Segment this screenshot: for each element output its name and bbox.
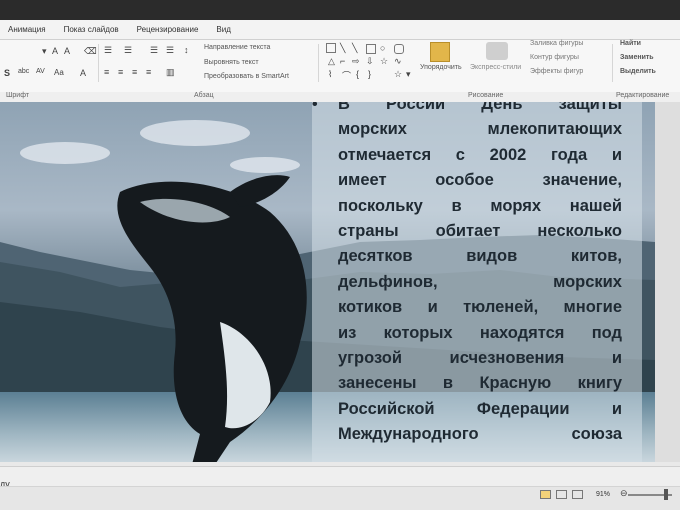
group-editing-label: Редактирование xyxy=(616,92,670,99)
text-line: Международного союза xyxy=(338,425,622,444)
shape-textbox-icon[interactable] xyxy=(326,43,336,53)
text-direction-button[interactable]: Направление текста xyxy=(204,44,270,51)
text-line: дельфинов, морских xyxy=(338,272,622,291)
text-line: отмечается с 2002 года и xyxy=(338,145,622,164)
numbering-icon[interactable]: ☰ xyxy=(124,45,132,56)
zoom-slider-thumb[interactable] xyxy=(664,489,668,500)
font-color-icon[interactable]: A xyxy=(80,68,86,78)
shape-line2-icon[interactable]: ╲ xyxy=(352,43,357,54)
shape-rounded-rect-icon[interactable] xyxy=(394,44,404,54)
find-button[interactable]: Найти xyxy=(620,40,641,47)
group-paragraph-label: Абзац xyxy=(194,92,214,99)
shape-effects-button[interactable]: Эффекты фигур xyxy=(530,68,583,75)
slide-body-text[interactable]: В России День защиты морских млекопитающ… xyxy=(312,102,622,448)
align-left-icon[interactable]: ≡ xyxy=(104,67,109,77)
char-spacing-icon[interactable]: AV xyxy=(36,68,45,75)
shape-brace-left-icon[interactable]: { xyxy=(356,69,359,79)
text-line: морских млекопитающих xyxy=(338,120,622,139)
text-line: имеет особое значение, xyxy=(338,171,622,190)
slide-canvas[interactable]: • В России День защиты морских млекопита… xyxy=(0,102,655,462)
zoom-level[interactable]: 91% xyxy=(596,491,610,498)
shape-oval-icon[interactable]: ○ xyxy=(380,43,385,53)
text-line: страны обитает несколько xyxy=(338,222,622,241)
text-line: В России День защиты xyxy=(338,102,622,113)
clear-format-icon[interactable]: ⌫ xyxy=(84,46,97,57)
shape-star5-icon[interactable]: ☆ xyxy=(394,69,402,80)
tab-animation[interactable]: Анимация xyxy=(8,25,46,34)
select-button[interactable]: Выделить xyxy=(620,68,656,75)
shape-fill-button[interactable]: Заливка фигуры xyxy=(530,40,583,47)
shrink-font-icon[interactable]: A xyxy=(64,46,70,56)
text-line: поскольку в морях нашей xyxy=(338,196,622,215)
shape-outline-button[interactable]: Контур фигуры xyxy=(530,54,579,61)
text-line: десятков видов китов, xyxy=(338,247,622,266)
arrange-button[interactable]: Упорядочить xyxy=(420,64,462,71)
tab-view[interactable]: Вид xyxy=(216,25,230,34)
line-spacing-icon[interactable]: ↕ xyxy=(184,45,189,55)
convert-smartart-button[interactable]: Преобразовать в SmartArt xyxy=(204,73,289,80)
tab-review[interactable]: Рецензирование xyxy=(137,25,199,34)
text-line: Российской Федерации и xyxy=(338,399,622,418)
orca-image xyxy=(117,175,307,462)
grow-font-icon[interactable]: A xyxy=(52,46,58,56)
shape-arrow-right-icon[interactable]: ⇨ xyxy=(352,56,360,67)
increase-indent-icon[interactable]: ☰ xyxy=(166,45,174,56)
shape-freeform-icon[interactable]: ⌇ xyxy=(328,69,332,80)
shape-triangle-icon[interactable]: △ xyxy=(328,56,335,67)
align-center-icon[interactable]: ≡ xyxy=(118,67,123,77)
text-line: занесены в Красную книгу xyxy=(338,374,622,393)
shape-arrow-down-icon[interactable]: ⇩ xyxy=(366,56,374,67)
tab-slideshow[interactable]: Показ слайдов xyxy=(64,25,119,34)
justify-icon[interactable]: ≡ xyxy=(146,67,151,77)
powerpoint-window: Анимация Показ слайдов Рецензирование Ви… xyxy=(0,0,680,510)
zoom-out-icon[interactable]: ⊖ xyxy=(620,488,628,499)
quick-styles-button[interactable]: Экспресс-стили xyxy=(470,64,521,71)
shape-arc-icon[interactable]: ⌒ xyxy=(342,69,351,82)
group-drawing-label: Рисование xyxy=(468,92,504,99)
title-bar xyxy=(0,0,680,20)
text-line: из которых находятся под xyxy=(338,323,622,342)
font-size-dropdown-icon[interactable]: ▾ xyxy=(42,46,47,57)
change-case-icon[interactable]: Aa xyxy=(54,68,64,77)
shape-brace-right-icon[interactable]: } xyxy=(368,69,371,79)
columns-icon[interactable]: ▥ xyxy=(166,67,175,78)
align-right-icon[interactable]: ≡ xyxy=(132,67,137,77)
text-line: котиков и тюленей, многие xyxy=(338,298,622,317)
arrange-icon[interactable] xyxy=(430,42,450,62)
editor-background xyxy=(655,102,680,462)
strikethrough-icon[interactable]: abc xyxy=(18,68,29,75)
shadow-icon[interactable]: S xyxy=(4,68,10,78)
quick-styles-icon[interactable] xyxy=(486,42,508,60)
shape-line-icon[interactable]: ╲ xyxy=(340,43,345,54)
align-text-button[interactable]: Выровнять текст xyxy=(204,59,259,66)
shape-rectangle-icon[interactable] xyxy=(366,44,376,54)
shape-lshape-icon[interactable]: ⌐ xyxy=(340,56,345,66)
text-line: угрозой исчезновения и xyxy=(338,349,622,368)
shape-star-icon[interactable]: ☆ xyxy=(380,56,388,67)
decrease-indent-icon[interactable]: ☰ xyxy=(150,45,158,56)
shape-curve-icon[interactable]: ∿ xyxy=(394,56,402,67)
normal-view-icon[interactable] xyxy=(540,490,551,499)
slide-sorter-icon[interactable] xyxy=(556,490,567,499)
ribbon-tabs: Анимация Показ слайдов Рецензирование Ви… xyxy=(0,20,680,40)
replace-button[interactable]: Заменить xyxy=(620,54,654,61)
ribbon: ▾ A A ⌫ S abc AV Aa A ☰ ☰ ☰ ☰ ↕ ≡ ≡ ≡ ≡ … xyxy=(0,40,680,93)
bullets-icon[interactable]: ☰ xyxy=(104,45,112,56)
reading-view-icon[interactable] xyxy=(572,490,583,499)
shape-gallery-more-icon[interactable]: ▾ xyxy=(406,69,411,80)
group-font-label: Шрифт xyxy=(6,92,30,99)
